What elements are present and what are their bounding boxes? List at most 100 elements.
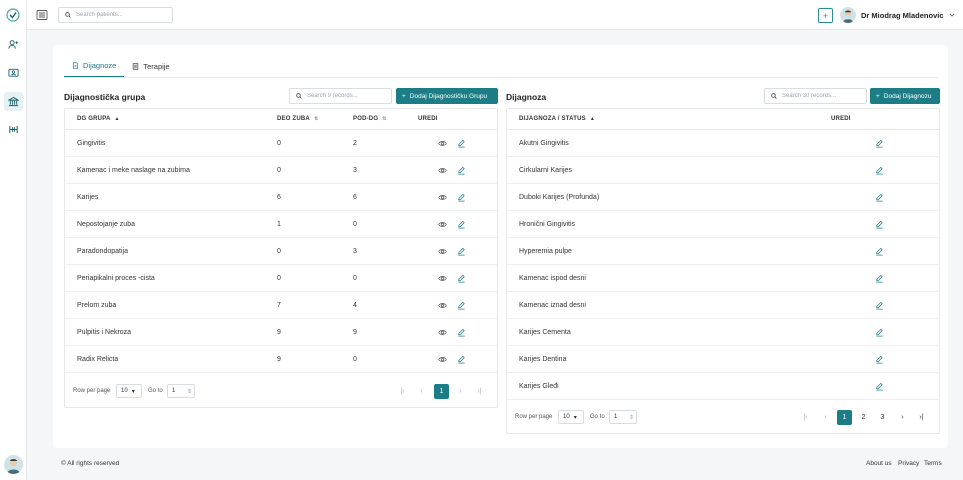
- footer-link-terms[interactable]: Terms: [924, 460, 942, 467]
- tab-dijagnoze[interactable]: Dijagnoze: [64, 55, 125, 77]
- pod-dg-value: 9: [353, 329, 357, 336]
- diagnosis-name: Kamenac iznad desni: [519, 302, 586, 309]
- table-row: Gingivitis 0 2: [65, 130, 497, 157]
- diagnosis-name: Akutni Gingivitis: [519, 140, 569, 147]
- view-icon[interactable]: [438, 139, 447, 148]
- table-row: Karijes 6 6: [65, 184, 497, 211]
- stepper-icon: ⇕: [186, 388, 192, 395]
- deo-zuba-value: 0: [277, 275, 281, 282]
- plus-icon: +: [876, 92, 880, 100]
- add-diagnosis-button[interactable]: + Dodaj Dijagnozu: [870, 88, 940, 104]
- view-icon[interactable]: [438, 220, 447, 229]
- prev-page-button[interactable]: ‹: [818, 410, 833, 425]
- col-pod-dg[interactable]: POD-DG ⇅: [353, 116, 387, 122]
- add-dg-group-button[interactable]: + Dodaj Dijagnostičku Grupu: [396, 88, 498, 104]
- edit-icon[interactable]: [457, 166, 466, 175]
- edit-icon[interactable]: [457, 139, 466, 148]
- footer-link-privacy[interactable]: Privacy: [898, 460, 919, 467]
- right-search-input[interactable]: [782, 93, 857, 99]
- patient-search-input[interactable]: [76, 12, 166, 18]
- stepper-icon: ⇕: [628, 414, 634, 421]
- right-table: DIJAGNOZA / STATUS ▲ UREDI Akutni Gingivi…: [506, 108, 940, 434]
- table-row: Karijes Cementa: [507, 319, 939, 346]
- patient-search[interactable]: [58, 7, 173, 23]
- next-page-button[interactable]: ›: [453, 384, 468, 399]
- page-button[interactable]: 3: [875, 410, 890, 425]
- view-icon[interactable]: [438, 301, 447, 310]
- rows-per-page-select[interactable]: 10 ▾: [116, 384, 142, 398]
- edit-icon[interactable]: [875, 274, 884, 283]
- last-page-button[interactable]: ›|: [914, 410, 929, 425]
- col-deo-zuba[interactable]: DEO ZUBA ⇅: [277, 116, 318, 122]
- footer-link-about[interactable]: About us: [866, 460, 892, 467]
- edit-icon[interactable]: [457, 193, 466, 202]
- view-icon[interactable]: [438, 247, 447, 256]
- view-icon[interactable]: [438, 274, 447, 283]
- first-page-button[interactable]: |‹: [395, 384, 410, 399]
- tab-terapije[interactable]: Terapije: [124, 55, 177, 77]
- patients-icon[interactable]: [4, 35, 23, 54]
- edit-icon[interactable]: [875, 166, 884, 175]
- menu-toggle-icon[interactable]: [36, 9, 48, 21]
- edit-icon[interactable]: [457, 301, 466, 310]
- institution-icon[interactable]: [4, 92, 23, 111]
- left-search[interactable]: [289, 88, 392, 104]
- pod-dg-value: 0: [353, 221, 357, 228]
- id-card-icon[interactable]: [4, 63, 23, 82]
- edit-icon[interactable]: [875, 247, 884, 256]
- col-dg-grupa[interactable]: DG GRUPA ▲: [77, 116, 120, 122]
- deo-zuba-value: 9: [277, 329, 281, 336]
- user-avatar[interactable]: [840, 7, 856, 23]
- edit-icon[interactable]: [875, 220, 884, 229]
- edit-icon[interactable]: [457, 355, 466, 364]
- edit-icon[interactable]: [875, 355, 884, 364]
- edit-icon[interactable]: [457, 274, 466, 283]
- edit-icon[interactable]: [875, 193, 884, 202]
- add-button[interactable]: +: [818, 8, 833, 23]
- col-dijagnoza-status[interactable]: DIJAGNOZA / STATUS ▲: [519, 116, 595, 122]
- dg-group-name: Periapikalni proces -cista: [77, 275, 155, 282]
- page-button[interactable]: 2: [856, 410, 871, 425]
- dg-group-name: Karijes: [77, 194, 99, 201]
- edit-icon[interactable]: [875, 301, 884, 310]
- left-table-header: DG GRUPA ▲ DEO ZUBA ⇅ POD-DG ⇅ UREDI: [65, 109, 497, 130]
- edit-icon[interactable]: [875, 328, 884, 337]
- right-table-header: DIJAGNOZA / STATUS ▲ UREDI: [507, 109, 939, 130]
- view-icon[interactable]: [438, 193, 447, 202]
- left-search-input[interactable]: [307, 93, 382, 99]
- diagnosis-name: Karijes Cementa: [519, 329, 571, 336]
- first-page-button[interactable]: |‹: [798, 410, 813, 425]
- col-uredi: UREDI: [418, 116, 438, 122]
- copyright: © All rights reserved: [61, 460, 120, 467]
- edit-icon[interactable]: [457, 328, 466, 337]
- next-page-button[interactable]: ›: [895, 410, 910, 425]
- view-icon[interactable]: [438, 328, 447, 337]
- page-button[interactable]: 1: [837, 410, 852, 425]
- tab-label: Terapije: [143, 61, 170, 71]
- topbar: + Dr Miodrag Mladenovic: [27, 0, 963, 30]
- diagnosis-name: Karijes Dentina: [519, 356, 567, 363]
- user-name[interactable]: Dr Miodrag Mladenovic: [861, 11, 944, 20]
- app-logo-icon[interactable]: [6, 8, 20, 22]
- edit-icon[interactable]: [457, 247, 466, 256]
- sidebar-avatar[interactable]: [4, 455, 23, 474]
- pod-dg-value: 0: [353, 356, 357, 363]
- prev-page-button[interactable]: ‹: [414, 384, 429, 399]
- view-icon[interactable]: [438, 166, 447, 175]
- page-button[interactable]: 1: [434, 384, 449, 399]
- goto-input[interactable]: 1 ⇕: [167, 384, 195, 398]
- last-page-button[interactable]: ›|: [472, 384, 487, 399]
- edit-icon[interactable]: [457, 220, 466, 229]
- goto-input[interactable]: 1 ⇕: [609, 410, 637, 424]
- rows-per-page-select[interactable]: 10 ▾: [558, 410, 584, 424]
- tools-icon[interactable]: [4, 120, 23, 139]
- pod-dg-value: 3: [353, 167, 357, 174]
- sort-icon: ⇅: [382, 116, 387, 122]
- view-icon[interactable]: [438, 355, 447, 364]
- edit-icon[interactable]: [875, 382, 884, 391]
- chevron-down-icon[interactable]: [948, 11, 956, 19]
- right-search[interactable]: [764, 88, 867, 104]
- edit-icon[interactable]: [875, 139, 884, 148]
- diagnosis-name: Kamenac ispod desni: [519, 275, 586, 282]
- dg-group-name: Radix Relicta: [77, 356, 119, 363]
